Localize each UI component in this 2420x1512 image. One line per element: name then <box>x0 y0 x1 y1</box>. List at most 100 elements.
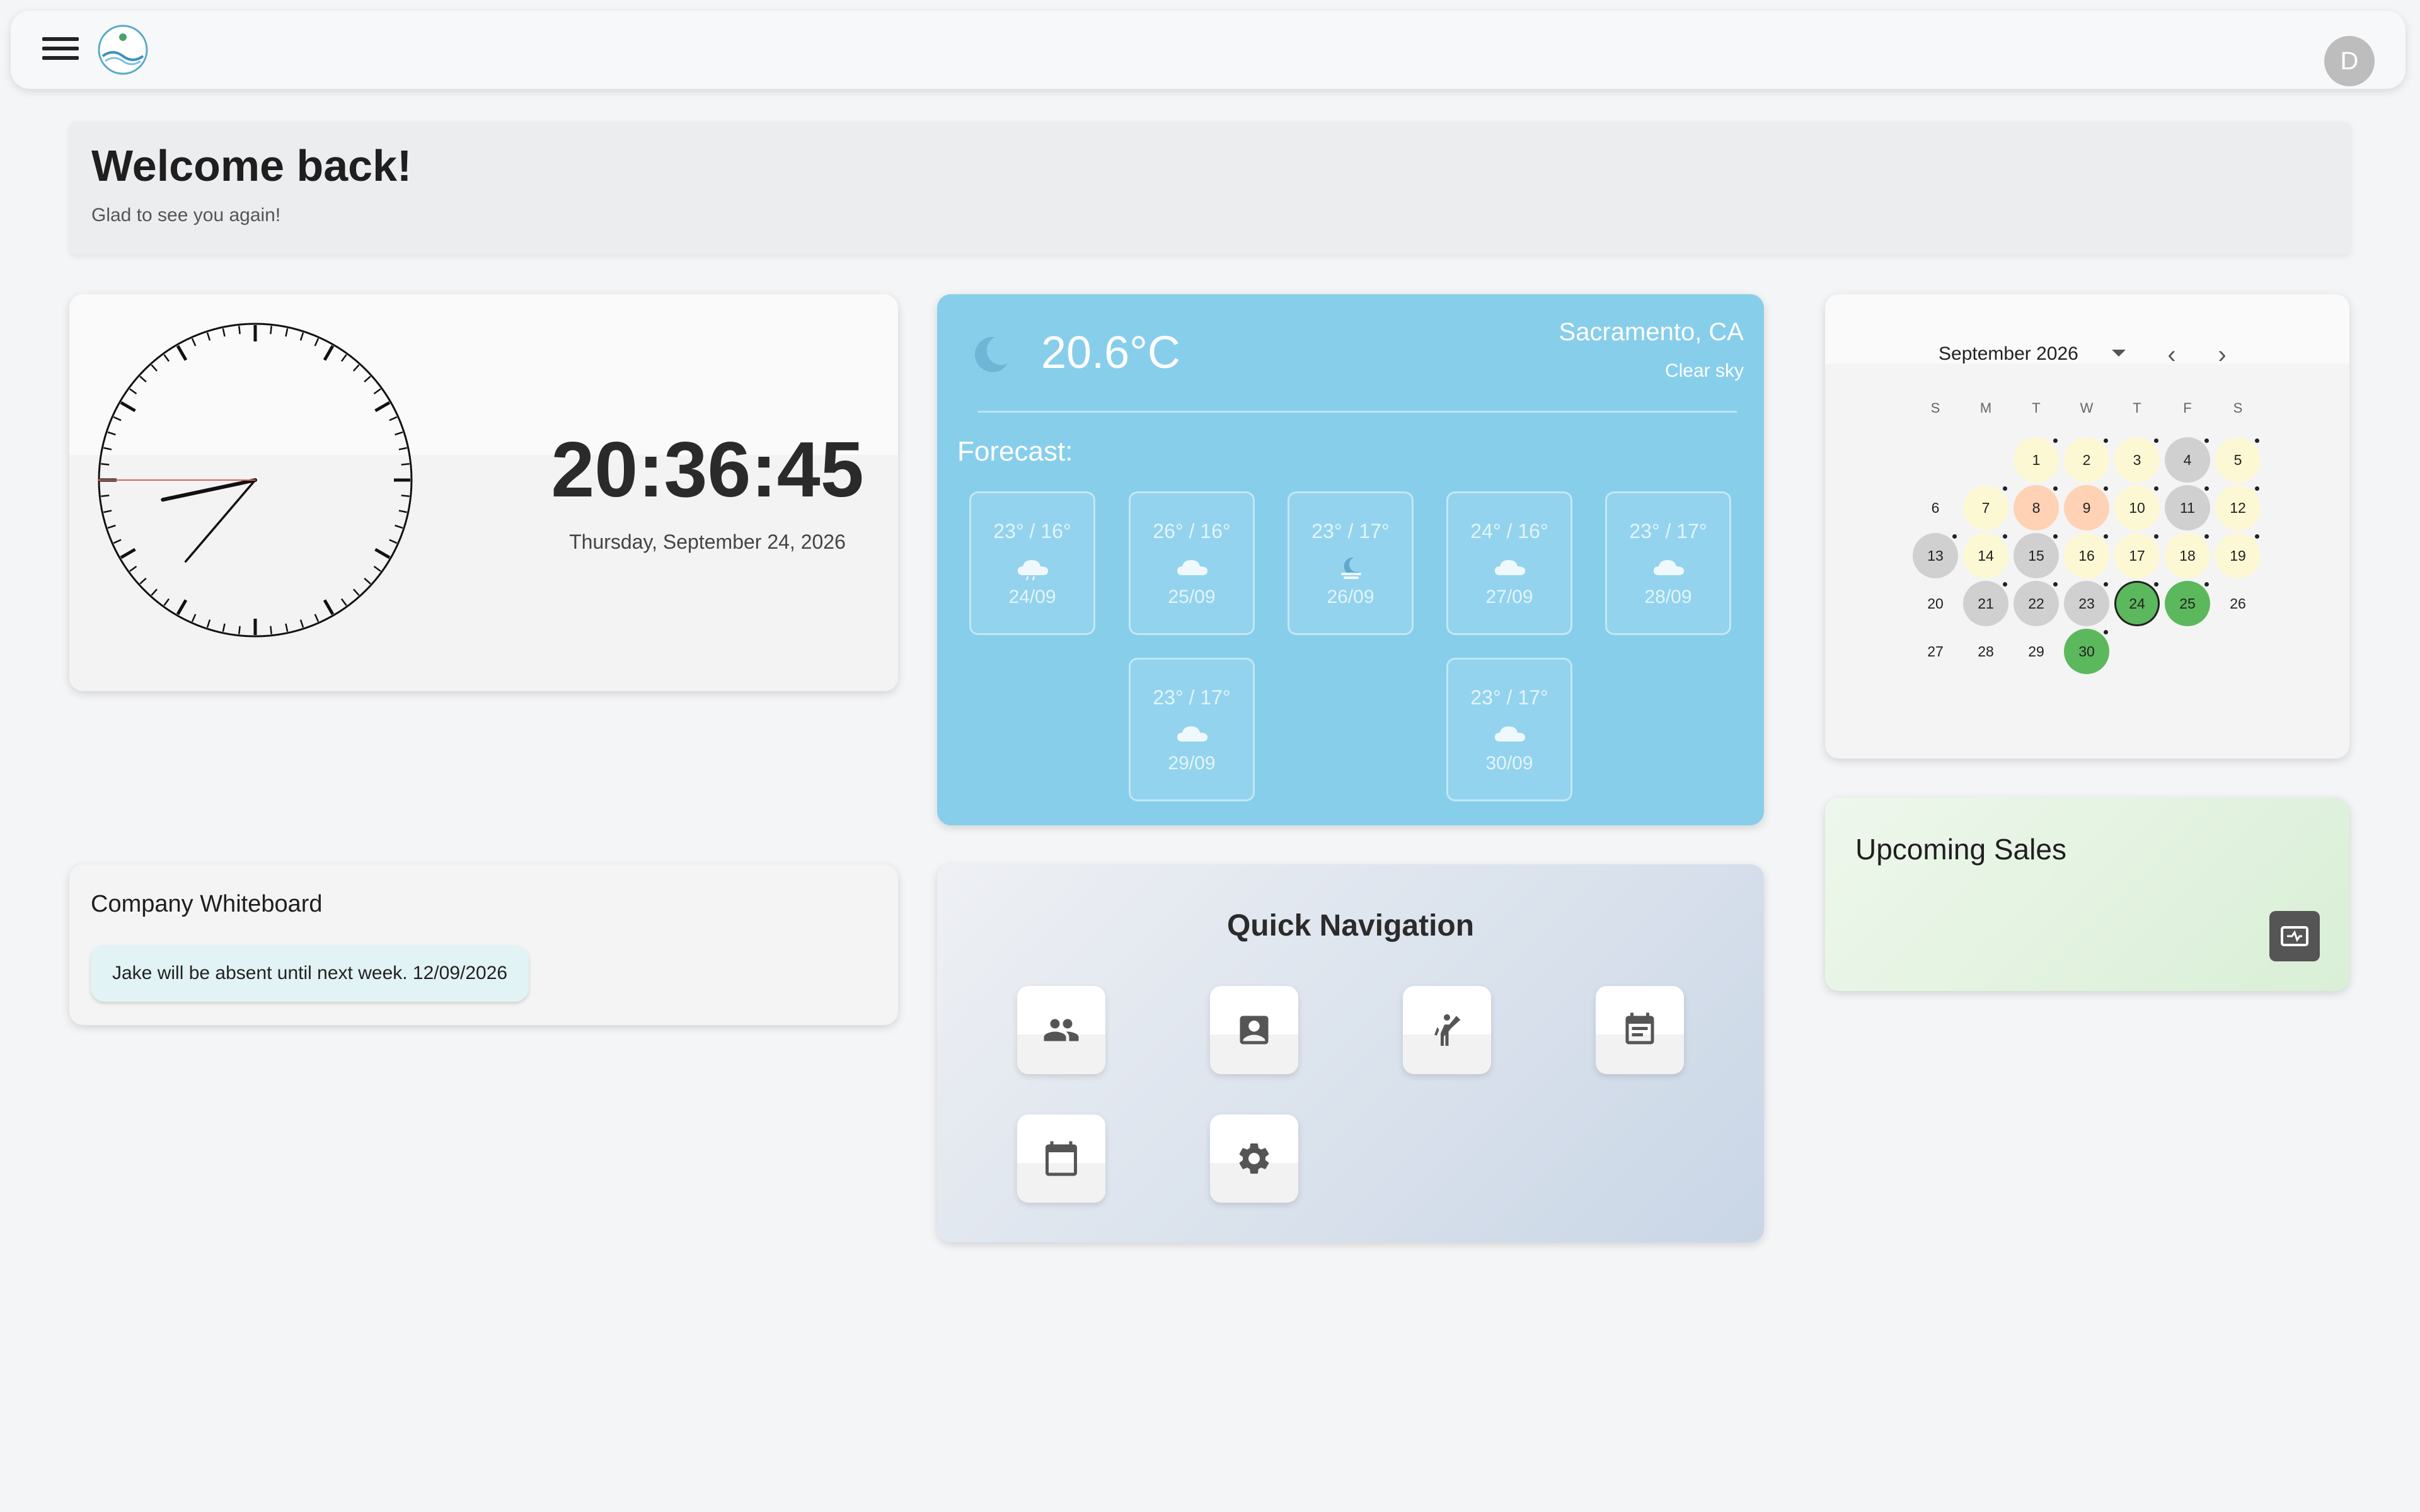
app-bar: D <box>11 11 2406 89</box>
calendar-day[interactable]: 11 <box>2165 485 2210 530</box>
forecast-temp: 24° / 16° <box>1470 520 1548 542</box>
clock-tick <box>222 328 226 337</box>
forecast-temp: 23° / 17° <box>1629 520 1707 542</box>
forecast-tile: 23° / 17° 26/09 <box>1288 491 1414 635</box>
hamburger-menu-icon[interactable] <box>42 37 79 62</box>
moon-cloud-icon <box>1332 555 1370 580</box>
calendar-day[interactable]: 24 <box>2114 581 2160 626</box>
calendar-day[interactable]: 13 <box>1913 533 1958 578</box>
event-dot <box>2154 438 2158 443</box>
company-whiteboard-card: Company Whiteboard Jake will be absent u… <box>69 864 898 1025</box>
calendar-day[interactable]: 14 <box>1963 533 2008 578</box>
calendar-day[interactable]: 18 <box>2165 533 2210 578</box>
calendar-day[interactable]: 26 <box>2215 581 2261 626</box>
event-dot <box>2053 534 2058 539</box>
clock-tick <box>222 623 226 632</box>
calendar-day[interactable]: 27 <box>1913 629 1958 674</box>
chevron-down-icon[interactable] <box>2112 350 2126 357</box>
quick-navigation-title: Quick Navigation <box>1226 909 1475 942</box>
clock-tick <box>340 354 347 362</box>
calendar-weekday: F <box>2183 400 2192 416</box>
calendar-day[interactable]: 25 <box>2165 581 2210 626</box>
forecast-date: 25/09 <box>1168 587 1216 607</box>
forecast-tile: 23° / 17° 29/09 <box>1129 658 1255 801</box>
whiteboard-title: Company Whiteboard <box>91 891 323 917</box>
calendar-day[interactable]: 3 <box>2114 437 2160 483</box>
calendar-weekday: T <box>2032 400 2041 416</box>
calendar-month-label[interactable]: September 2026 <box>1939 343 2078 365</box>
nav-events-button[interactable] <box>1596 986 1684 1074</box>
calendar-day[interactable]: 6 <box>1913 485 1958 530</box>
clock-tick <box>285 328 289 337</box>
clock-tick <box>206 619 211 628</box>
calendar-day[interactable]: 12 <box>2215 485 2261 530</box>
forecast-tile: 23° / 17° 30/09 <box>1446 658 1572 801</box>
company-logo[interactable] <box>96 23 149 76</box>
clock-tick <box>206 332 211 341</box>
clock-tick <box>323 599 335 616</box>
event-dot <box>2104 582 2108 587</box>
upcoming-sales-title: Upcoming Sales <box>1855 833 2066 866</box>
calendar-day[interactable]: 17 <box>2114 533 2160 578</box>
event-dot <box>2255 486 2259 491</box>
chevron-left-icon[interactable]: ‹ <box>2159 342 2184 369</box>
whiteboard-note[interactable]: Jake will be absent until next week. 12/… <box>91 945 529 1002</box>
clock-tick <box>120 401 136 413</box>
event-dot <box>2154 486 2158 491</box>
event-dot <box>2003 534 2007 539</box>
clock-tick <box>314 338 320 346</box>
event-dot <box>2104 630 2108 634</box>
nav-people-button[interactable] <box>1017 986 1105 1074</box>
clock-tick <box>398 447 407 450</box>
event-dot <box>2204 486 2209 491</box>
event-dot <box>2053 486 2058 491</box>
calendar-day[interactable]: 21 <box>1963 581 2008 626</box>
user-avatar[interactable]: D <box>2324 36 2375 86</box>
current-temperature: 20.6°C <box>1041 328 1180 378</box>
calendar-day[interactable]: 30 <box>2064 629 2109 674</box>
contact-card-icon <box>1240 1016 1269 1045</box>
clock-tick <box>120 547 136 559</box>
calendar-day[interactable]: 22 <box>2014 581 2059 626</box>
calendar-day[interactable]: 5 <box>2215 437 2261 483</box>
calendar-day[interactable]: 4 <box>2165 437 2210 483</box>
calendar-day[interactable]: 10 <box>2114 485 2160 530</box>
sales-ticket-icon[interactable] <box>2269 911 2320 961</box>
calendar-day[interactable]: 28 <box>1963 629 2008 674</box>
cloud-icon <box>1173 555 1211 580</box>
calendar-weekday: S <box>2233 400 2243 416</box>
clock-tick <box>299 332 304 341</box>
clock-tick <box>374 547 391 559</box>
cloud-icon <box>1491 555 1529 580</box>
calendar-day[interactable]: 7 <box>1963 485 2008 530</box>
clock-tick <box>389 539 398 544</box>
digital-time: 20:36:45 <box>551 427 864 513</box>
nav-settings-button[interactable] <box>1210 1114 1298 1203</box>
forecast-date: 24/09 <box>1008 587 1056 607</box>
clock-tick <box>191 614 197 622</box>
calendar-day[interactable]: 15 <box>2014 533 2059 578</box>
forecast-date: 30/09 <box>1485 753 1533 774</box>
calendar-day[interactable]: 8 <box>2014 485 2059 530</box>
calendar-day[interactable]: 20 <box>1913 581 1958 626</box>
upcoming-sales-card: Upcoming Sales <box>1825 798 2349 991</box>
clock-tick <box>191 338 197 346</box>
calendar-day[interactable]: 29 <box>2014 629 2059 674</box>
nav-attendance-button[interactable] <box>1403 986 1491 1074</box>
clock-card: 20:36:45 Thursday, September 24, 2026 <box>69 294 898 691</box>
chevron-right-icon[interactable]: › <box>2210 342 2235 369</box>
clock-tick <box>139 375 147 383</box>
calendar-day[interactable]: 2 <box>2064 437 2109 483</box>
calendar-day[interactable]: 23 <box>2064 581 2109 626</box>
nav-contacts-button[interactable] <box>1210 986 1298 1074</box>
forecast-tile: 23° / 16° 24/09 <box>969 491 1095 635</box>
calendar-day[interactable]: 1 <box>2014 437 2059 483</box>
event-dot <box>2255 534 2259 539</box>
calendar-day[interactable]: 9 <box>2064 485 2109 530</box>
calendar-day[interactable]: 19 <box>2215 533 2261 578</box>
nav-calendar-button[interactable] <box>1017 1114 1105 1203</box>
clock-tick <box>401 495 410 497</box>
calendar-weekday: S <box>1930 400 1940 416</box>
calendar-day[interactable]: 16 <box>2064 533 2109 578</box>
analog-clock <box>98 323 413 638</box>
